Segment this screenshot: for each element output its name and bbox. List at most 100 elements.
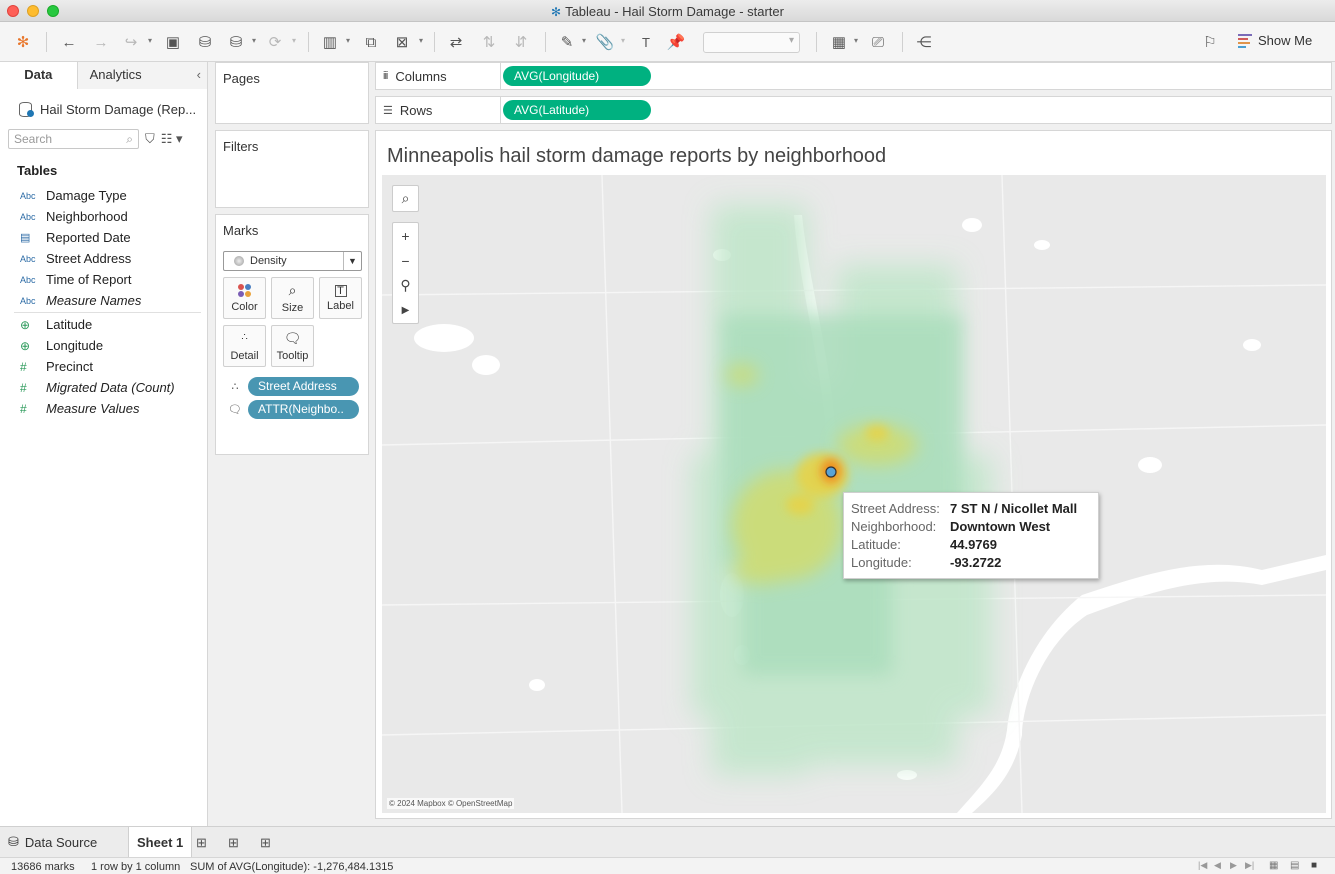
marks-count: 13686 marks [11,861,75,873]
color-button[interactable]: Color [223,277,266,319]
pin-map-icon[interactable]: ⚲ [393,273,418,298]
columns-shelf[interactable]: iii Columns AVG(Longitude) [375,62,1332,90]
pages-card[interactable]: Pages [215,62,369,124]
highlight-icon[interactable]: ✎ [556,30,578,54]
field-label: Migrated Data (Count) [46,380,175,395]
avg-latitude-pill[interactable]: AVG(Latitude) [503,100,651,120]
collapse-pane-icon[interactable]: ‹ [197,67,201,82]
rows-shelf[interactable]: ☰ Rows AVG(Latitude) [375,96,1332,124]
clear-sheet-icon[interactable]: ⊠ [391,30,413,54]
fix-axes-icon[interactable]: 📌 [665,30,687,54]
label-button[interactable]: T Label [319,277,362,319]
field-measure-names[interactable]: Abc Measure Names [0,290,207,311]
group-caret-icon[interactable]: ▾ [621,36,625,45]
replay-caret-icon[interactable]: ▾ [148,36,152,45]
next-sheet-icon[interactable]: ▶ [1230,860,1237,871]
clear-caret-icon[interactable]: ▾ [419,36,423,45]
tab-analytics[interactable]: Analytics [77,62,207,89]
duplicate-sheet-icon[interactable]: ⧉ [360,30,382,54]
tabs-view-icon[interactable]: ■ [1311,860,1317,871]
rows-shelf-label: ☰ Rows [376,97,501,123]
window-title: ✻ Tableau - Hail Storm Damage - starter [0,4,1335,19]
field-migrated-data-count[interactable]: # Migrated Data (Count) [0,377,207,398]
tooltip-button[interactable]: 🗨 Tooltip [271,325,314,367]
show-me-icon [1238,33,1252,48]
toolbar: ✻ ← → ↪ ▾ ▣ ⛁ ⛁ ▾ ⟳ ▾ ▥ ▾ ⧉ ⊠ ▾ ⇄ ⇅ ⇵ ✎ … [0,22,1335,62]
sort-descending-icon[interactable]: ⇵ [510,30,532,54]
density-heatmap [692,205,992,775]
tab-data[interactable]: Data [0,62,78,89]
avg-longitude-pill[interactable]: AVG(Longitude) [503,66,651,86]
sheet-sorter-icon[interactable]: ▦ [1269,860,1278,871]
field-longitude[interactable]: ⊕ Longitude [0,335,207,356]
mark-type-select[interactable]: Density ▼ [223,251,362,271]
data-source-item[interactable]: Hail Storm Damage (Rep... [0,89,207,121]
filters-card[interactable]: Filters [215,130,369,208]
new-worksheet-icon[interactable]: ▥ [318,30,342,54]
tooltip-key: Neighborhood: [851,519,937,534]
replay-icon[interactable]: ↪ [120,30,142,54]
undo-icon[interactable]: ← [58,30,80,54]
selected-mark[interactable] [825,466,837,478]
sort-ascending-icon[interactable]: ⇅ [478,30,500,54]
pause-caret-icon[interactable]: ▾ [252,36,256,45]
field-label: Measure Values [46,401,140,416]
pause-updates-icon[interactable]: ⛁ [225,30,247,54]
highlight-caret-icon[interactable]: ▾ [582,36,586,45]
size-button[interactable]: ⌕ Size [271,277,314,319]
new-worksheet-tab-icon[interactable]: ⊞ [196,835,207,851]
new-worksheet-caret-icon[interactable]: ▾ [346,36,350,45]
new-dashboard-tab-icon[interactable]: ⊞ [228,835,239,851]
first-sheet-icon[interactable]: |◀ [1198,860,1207,871]
share-icon[interactable]: ⋲ [913,30,935,54]
field-damage-type[interactable]: Abc Damage Type [0,185,207,206]
field-time-of-report[interactable]: Abc Time of Report [0,269,207,290]
field-precinct[interactable]: # Precinct [0,356,207,377]
zoom-out-icon[interactable]: − [393,248,418,273]
refresh-icon[interactable]: ⟳ [264,30,286,54]
show-mark-labels-icon[interactable]: T [635,30,657,54]
data-source-label: Hail Storm Damage (Rep... [40,101,197,117]
show-cards-icon[interactable]: ▦ [827,30,851,54]
new-data-source-icon[interactable]: ⛁ [194,30,216,54]
refresh-caret-icon[interactable]: ▾ [292,36,296,45]
view-options-icon[interactable]: ☷ ▾ [161,131,183,147]
last-sheet-icon[interactable]: ▶| [1245,860,1254,871]
filter-fields-icon[interactable]: ⛉ [145,131,155,147]
neighborhood-attr-pill[interactable]: ATTR(Neighbo.. [248,400,359,419]
show-me-button[interactable]: Show Me [1238,33,1312,48]
data-pane-tabs: Data Analytics ‹ [0,62,207,89]
tab-data-source[interactable]: ⛁ Data Source [8,827,97,857]
rows-label-text: Rows [399,102,433,118]
expand-tools-icon[interactable]: ▶ [393,298,418,323]
field-search-input[interactable] [14,132,114,146]
presentation-mode-icon[interactable]: ⎚ [867,30,889,54]
field-latitude[interactable]: ⊕ Latitude [0,314,207,335]
tooltip-key: Longitude: [851,555,912,570]
format-painter-icon[interactable]: ⚐ [1199,30,1221,54]
new-story-tab-icon[interactable]: ⊞ [260,835,271,851]
redo-icon[interactable]: → [90,30,112,54]
fit-select[interactable] [703,32,800,53]
save-icon[interactable]: ▣ [162,30,184,54]
filmstrip-icon[interactable]: ▤ [1290,860,1299,871]
field-label: Measure Names [46,293,142,308]
swap-axes-icon[interactable]: ⇄ [445,30,467,54]
show-cards-caret-icon[interactable]: ▾ [854,36,858,45]
status-bar: 13686 marks 1 row by 1 column SUM of AVG… [0,857,1335,874]
map-search-icon[interactable]: ⌕ [393,186,418,211]
zoom-in-icon[interactable]: + [393,223,418,248]
calendar-icon: ▤ [20,232,31,244]
street-address-pill[interactable]: Street Address [248,377,359,396]
tableau-home-icon[interactable]: ✻ [12,30,34,54]
field-measure-values[interactable]: # Measure Values [0,398,207,419]
field-street-address[interactable]: Abc Street Address [0,248,207,269]
detail-button[interactable]: ∴ Detail [223,325,266,367]
field-neighborhood[interactable]: Abc Neighborhood [0,206,207,227]
group-members-icon[interactable]: 📎 [594,30,616,54]
tab-sheet-1[interactable]: Sheet 1 [128,827,193,857]
marks-pill-tooltip: 🗨 ATTR(Neighbo.. [228,400,359,419]
map-attribution[interactable]: © 2024 Mapbox © OpenStreetMap [387,798,515,809]
field-reported-date[interactable]: ▤ Reported Date [0,227,207,248]
prev-sheet-icon[interactable]: ◀ [1214,860,1221,871]
